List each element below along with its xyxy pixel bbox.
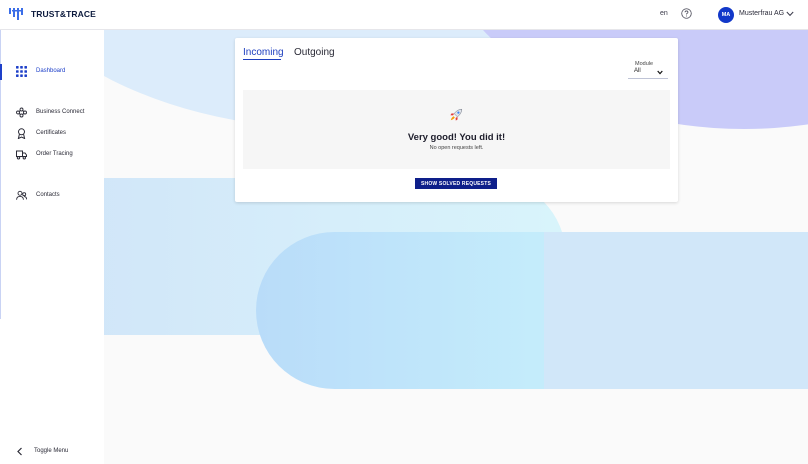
tab-outgoing[interactable]: Outgoing xyxy=(294,47,335,58)
sidebar-item-label: Business Connect xyxy=(36,109,85,115)
sidebar: Dashboard Business Connect Certificates xyxy=(0,29,104,464)
sidebar-item-order-tracing[interactable]: Order Tracing xyxy=(0,147,104,163)
tab-incoming[interactable]: Incoming xyxy=(243,47,284,58)
network-icon xyxy=(16,107,27,118)
language-selector[interactable]: en xyxy=(660,10,668,17)
sidebar-item-business-connect[interactable]: Business Connect xyxy=(0,105,104,121)
top-bar: TRUST&TRACE en MA Musterfrau AG xyxy=(0,0,808,30)
chevron-down-icon xyxy=(657,70,663,75)
module-filter-value: All xyxy=(634,68,641,74)
active-indicator xyxy=(0,64,2,80)
empty-state-subtitle: No open requests left. xyxy=(429,145,484,151)
sidebar-item-label: Dashboard xyxy=(36,68,66,74)
brand-logo[interactable]: TRUST&TRACE xyxy=(9,7,96,21)
sidebar-item-contacts[interactable]: Contacts xyxy=(0,188,104,204)
sidebar-item-dashboard[interactable]: Dashboard xyxy=(0,64,104,80)
requests-card: Incoming Outgoing Module All Very good! … xyxy=(235,38,678,202)
module-filter-select[interactable]: All xyxy=(628,66,668,79)
chevron-left-icon xyxy=(17,447,22,456)
toggle-menu-button[interactable]: Toggle Menu xyxy=(0,444,104,460)
empty-state-title: Very good! You did it! xyxy=(407,132,506,143)
truck-icon xyxy=(16,150,27,160)
contacts-icon xyxy=(16,190,27,200)
help-icon[interactable] xyxy=(681,8,692,19)
grid-icon xyxy=(16,66,27,77)
certificate-icon xyxy=(17,128,26,139)
active-tab-underline xyxy=(243,59,281,60)
rocket-icon xyxy=(450,108,463,121)
chevron-down-icon[interactable] xyxy=(786,11,794,17)
account-name[interactable]: Musterfrau AG xyxy=(739,10,784,17)
user-avatar[interactable]: MA xyxy=(718,7,734,23)
sidebar-item-label: Contacts xyxy=(36,192,60,198)
logo-icon xyxy=(9,8,23,20)
sidebar-item-label: Order Tracing xyxy=(36,151,73,157)
sidebar-item-certificates[interactable]: Certificates xyxy=(0,126,104,142)
show-solved-requests-button[interactable]: SHOW SOLVED REQUESTS xyxy=(415,178,497,189)
brand-name: TRUST&TRACE xyxy=(31,9,96,19)
sidebar-item-label: Certificates xyxy=(36,130,67,136)
empty-state-panel: Very good! You did it! No open requests … xyxy=(243,90,670,169)
toggle-menu-label: Toggle Menu xyxy=(34,448,69,454)
